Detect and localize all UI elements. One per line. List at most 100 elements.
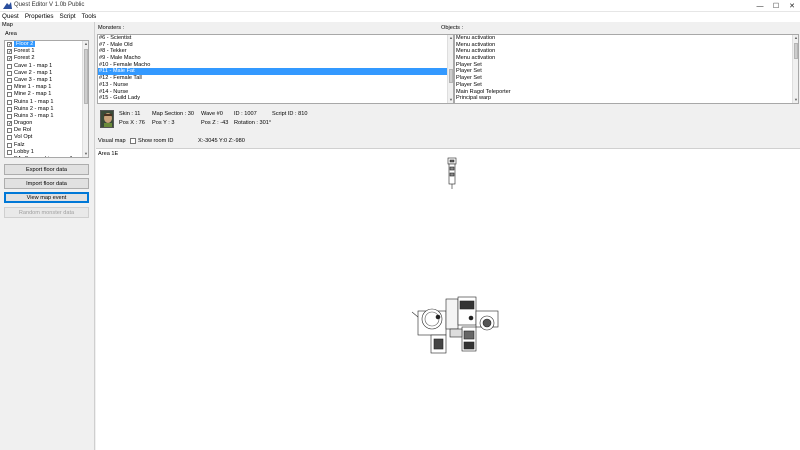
area-item[interactable]: Cave 2 - map 1 xyxy=(5,70,88,77)
area-item[interactable]: Mine 2 - map 1 xyxy=(5,91,88,98)
scroll-up-icon[interactable]: ▲ xyxy=(83,41,88,47)
visual-map-label: Visual map xyxy=(98,138,126,144)
area-checkbox[interactable] xyxy=(7,106,12,112)
objects-list[interactable]: Menu activation Menu activation Menu activ… xyxy=(454,34,799,104)
scroll-down-icon[interactable]: ▼ xyxy=(83,151,88,157)
area-item-label: Ruins 2 - map 1 xyxy=(14,105,54,112)
area-checkbox[interactable] xyxy=(7,142,12,148)
show-room-id-checkbox[interactable] xyxy=(130,138,136,144)
area-item-label: Floor 2 xyxy=(14,41,36,47)
scroll-up-icon[interactable]: ▲ xyxy=(793,35,798,41)
object-list-item[interactable]: Menu activation xyxy=(455,48,798,55)
area-checkbox[interactable] xyxy=(7,77,12,83)
area-item[interactable]: Cave 1 - map 1 xyxy=(5,63,88,70)
object-list-item[interactable]: Menu activation xyxy=(455,42,798,49)
pos-y-value: Pos Y : 3 xyxy=(152,120,175,126)
minimize-button[interactable]: — xyxy=(752,0,768,12)
monster-list-item[interactable]: #10 - Female Macho xyxy=(98,62,453,69)
visual-map-canvas[interactable]: Area 1E xyxy=(96,148,800,450)
objects-scrollbar[interactable]: ▲ ▼ xyxy=(792,35,798,103)
area-list[interactable]: ✓ Floor 2 ✓ Forest 1 ✓ Forest 2 Cave 1 - map 1… xyxy=(4,40,89,158)
object-list-item[interactable]: Player Set xyxy=(455,75,798,82)
area-item-label: Cave 2 - map 1 xyxy=(14,69,53,76)
area-item[interactable]: ✓ Floor 2 xyxy=(5,41,88,48)
menu-script[interactable]: Script xyxy=(58,12,78,22)
area-item[interactable]: Vol Opt xyxy=(5,134,88,141)
area-item-label: Mine 1 - map 1 xyxy=(14,84,52,91)
area-item[interactable]: BA: Space ship - map 1 xyxy=(5,156,88,158)
area-item[interactable]: Falz xyxy=(5,142,88,149)
show-room-id-label: Show room ID xyxy=(138,138,174,144)
area-item[interactable]: Lobby 1 xyxy=(5,149,88,156)
area-checkbox[interactable] xyxy=(7,157,12,158)
view-map-event-button[interactable]: View map event xyxy=(4,192,89,203)
object-list-item[interactable]: Menu activation xyxy=(455,55,798,62)
object-list-item[interactable]: Principal warp xyxy=(455,95,798,102)
area-list-scrollbar[interactable]: ▲ ▼ xyxy=(82,41,88,157)
object-list-item[interactable]: Main Ragol Teleporter xyxy=(455,89,798,96)
area-item[interactable]: Ruins 3 - map 1 xyxy=(5,113,88,120)
area-checkbox[interactable]: ✓ xyxy=(7,56,12,62)
area-item[interactable]: De Rol xyxy=(5,127,88,134)
area-checkbox[interactable] xyxy=(7,63,12,69)
map-group-label: Map xyxy=(2,22,13,28)
area-item[interactable]: ✓ Forest 1 xyxy=(5,48,88,55)
area-checkbox[interactable] xyxy=(7,113,12,119)
area-item[interactable]: ✓ Forest 2 xyxy=(5,55,88,62)
area-item[interactable]: Ruins 2 - map 1 xyxy=(5,106,88,113)
area-checkbox[interactable] xyxy=(7,135,12,141)
monster-list-item[interactable]: #8 - Tekker xyxy=(98,48,453,55)
pos-x-value: Pos X : 76 xyxy=(119,120,145,126)
area-item-label: Dragon xyxy=(14,120,33,127)
monster-list-item[interactable]: #9 - Male Macho xyxy=(98,55,453,62)
export-floor-data-button[interactable]: Export floor data xyxy=(4,164,89,175)
map-section-value: Map Section : 30 xyxy=(152,111,194,117)
scroll-down-icon[interactable]: ▼ xyxy=(793,97,798,103)
monster-list-item[interactable]: #7 - Male Old xyxy=(98,42,453,49)
menu-quest[interactable]: Quest xyxy=(0,12,21,22)
monster-list-item[interactable]: #12 - Female Tall xyxy=(98,75,453,82)
pos-z-value: Pos Z : -43 xyxy=(201,120,229,126)
menu-properties[interactable]: Properties xyxy=(23,12,56,22)
object-list-item[interactable]: Player Set xyxy=(455,82,798,89)
area-item[interactable]: Cave 3 - map 1 xyxy=(5,77,88,84)
close-button[interactable]: ✕ xyxy=(784,0,800,12)
area-checkbox[interactable] xyxy=(7,85,12,91)
import-floor-data-button[interactable]: Import floor data xyxy=(4,178,89,189)
area-checkbox[interactable]: ✓ xyxy=(7,49,12,55)
scroll-thumb[interactable] xyxy=(449,69,453,83)
monster-list-item[interactable]: #14 - Nurse xyxy=(98,89,453,96)
area-item-label: Mine 2 - map 1 xyxy=(14,91,52,98)
area-item[interactable]: Ruins 1 - map 1 xyxy=(5,99,88,106)
id-value: ID : 1007 xyxy=(234,111,257,117)
scroll-thumb[interactable] xyxy=(794,43,798,59)
area-checkbox[interactable]: ✓ xyxy=(7,121,12,127)
objects-label: Objects : xyxy=(441,25,464,31)
area-checkbox[interactable] xyxy=(7,70,12,76)
map-render xyxy=(411,157,499,354)
area-label: Area xyxy=(5,31,17,37)
object-list-item[interactable]: Player Set xyxy=(455,68,798,75)
area-checkbox[interactable]: ✓ xyxy=(7,42,12,48)
random-monster-data-button[interactable]: Random monster data xyxy=(4,207,89,218)
monsters-scrollbar[interactable]: ▲ ▼ xyxy=(447,35,453,103)
area-item-label: Forest 2 xyxy=(14,55,35,62)
monster-list-item[interactable]: #11 - Male Fat xyxy=(98,68,453,76)
monster-list-item[interactable]: #15 - Guild Lady xyxy=(98,95,453,102)
scroll-thumb[interactable] xyxy=(84,49,88,104)
area-item[interactable]: ✓ Dragon xyxy=(5,120,88,127)
area-item-label: Cave 1 - map 1 xyxy=(14,62,53,69)
object-list-item[interactable]: Menu activation xyxy=(455,35,798,42)
area-checkbox[interactable] xyxy=(7,92,12,98)
area-item[interactable]: Mine 1 - map 1 xyxy=(5,84,88,91)
area-checkbox[interactable] xyxy=(7,128,12,134)
area-checkbox[interactable] xyxy=(7,99,12,105)
monster-list-item[interactable]: #13 - Nurse xyxy=(98,82,453,89)
object-list-item[interactable]: Player Set xyxy=(455,62,798,69)
menu-tools[interactable]: Tools xyxy=(80,12,99,22)
area-checkbox[interactable] xyxy=(7,149,12,155)
map-rooms xyxy=(411,296,499,354)
monsters-list[interactable]: #6 - Scientist #7 - Male Old #8 - Tekker #9… xyxy=(97,34,454,104)
maximize-button[interactable]: ☐ xyxy=(768,0,784,12)
monster-list-item[interactable]: #6 - Scientist xyxy=(98,35,453,42)
